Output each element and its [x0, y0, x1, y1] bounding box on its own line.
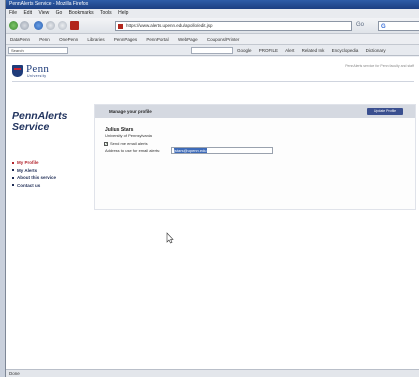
sidebar-item-about[interactable]: About this service: [12, 174, 56, 182]
app-name: PennAlerts Service: [12, 111, 67, 133]
go-button[interactable]: Go: [356, 22, 364, 28]
profile-panel: Manage your profile Update Profile Juliu…: [94, 104, 416, 210]
google-icon: G: [381, 24, 386, 30]
bullet-icon: [12, 169, 14, 172]
search-input[interactable]: G: [378, 21, 419, 31]
penn-logo[interactable]: Penn University: [12, 63, 54, 79]
address-row: Address to use for email alerts: jstars@…: [105, 147, 273, 154]
toolbar-links: Google PROFILE Alert Related Ink Encyclo…: [237, 45, 392, 56]
email-alerts-option: ✓ Send me email alerts: [104, 141, 148, 147]
site-tagline: PennAlerts service for Penn faculty and …: [345, 64, 414, 68]
app-name-line2: Service: [12, 121, 50, 133]
menu-view[interactable]: View: [38, 10, 49, 16]
bookmark-item[interactable]: Coupons/Printer: [207, 37, 240, 42]
bookmark-item[interactable]: OnePenn: [59, 37, 78, 42]
menu-go[interactable]: Go: [56, 10, 63, 16]
sidebar-item-my-alerts[interactable]: My Alerts: [12, 167, 56, 175]
window-title: PennAlerts Service - Mozilla Firefox: [6, 0, 419, 9]
menu-help[interactable]: Help: [118, 10, 128, 16]
penn-shield-icon: [12, 65, 23, 77]
bookmark-item[interactable]: PennPages: [114, 37, 137, 42]
menu-edit[interactable]: Edit: [23, 10, 32, 16]
search-toolbar: Search Google PROFILE Alert Related Ink …: [6, 45, 419, 56]
toolbar-link[interactable]: Alert: [285, 48, 294, 53]
bullet-icon: [12, 176, 14, 179]
stop-icon[interactable]: [46, 21, 55, 30]
update-profile-button[interactable]: Update Profile: [367, 108, 403, 115]
panel-header: Manage your profile Update Profile: [95, 105, 415, 118]
menu-file[interactable]: File: [9, 10, 17, 16]
toolbar-link[interactable]: Related Ink: [302, 48, 325, 53]
bookmarks-toolbar: DataPenn Penn OnePenn Libraries PennPage…: [6, 34, 419, 45]
checkbox-label: Send me email alerts: [110, 141, 148, 146]
header-divider: [12, 81, 414, 82]
bookmark-item[interactable]: PennPortal: [146, 37, 168, 42]
bookmark-item[interactable]: WebPage: [178, 37, 198, 42]
sidebar-item-contact[interactable]: Contact us: [12, 182, 56, 190]
sidebar-nav: My Profile My Alerts About this service …: [12, 159, 56, 189]
menu-tools[interactable]: Tools: [100, 10, 112, 16]
bookmark-item[interactable]: DataPenn: [10, 37, 30, 42]
sidebar-item-label: My Alerts: [17, 167, 38, 173]
menu-bookmarks[interactable]: Bookmarks: [69, 10, 94, 16]
sidebar-item-my-profile[interactable]: My Profile: [12, 159, 56, 167]
reload-icon[interactable]: [34, 21, 43, 30]
user-organization: University of Pennsylvania: [105, 133, 152, 138]
bookmark-item[interactable]: Penn: [39, 37, 50, 42]
status-bar: Done: [6, 369, 419, 377]
bullet-icon: [12, 184, 14, 187]
toolbar-search-field[interactable]: Search: [8, 47, 68, 54]
bullet-icon: [12, 161, 14, 164]
email-address-value: jstars@upenn.edu: [174, 148, 207, 153]
menu-bar: File Edit View Go Bookmarks Tools Help: [6, 9, 419, 18]
sidebar-item-label: About this service: [17, 175, 57, 180]
back-icon[interactable]: [9, 21, 18, 30]
bookmark-star-icon[interactable]: [70, 21, 79, 30]
panel-title: Manage your profile: [109, 109, 152, 114]
email-address-field[interactable]: jstars@upenn.edu: [171, 147, 273, 154]
toolbar-link[interactable]: Google: [237, 48, 252, 53]
sidebar-item-label: Contact us: [17, 182, 41, 188]
mouse-cursor-icon: [166, 232, 174, 244]
sidebar-item-label: My Profile: [17, 160, 39, 165]
toolbar-link[interactable]: Dictionary: [366, 48, 386, 53]
navigation-toolbar: https://www.alerts.upenn.edu/apollo/edit…: [6, 18, 419, 34]
desktop-background: PennAlerts Service - Mozilla Firefox Fil…: [0, 0, 419, 377]
bookmark-item[interactable]: Libraries: [87, 37, 104, 42]
toolbar-dropdown[interactable]: [191, 47, 233, 54]
site-favicon-icon: [118, 24, 123, 29]
browser-window: PennAlerts Service - Mozilla Firefox Fil…: [5, 0, 419, 377]
toolbar-link[interactable]: Encyclopedia: [332, 48, 359, 53]
url-bar[interactable]: https://www.alerts.upenn.edu/apollo/edit…: [115, 21, 352, 31]
sidebar: PennAlerts Service My Profile My Alerts …: [6, 95, 92, 245]
address-label: Address to use for email alerts:: [105, 148, 161, 153]
url-text: https://www.alerts.upenn.edu/apollo/edit…: [126, 23, 213, 28]
logo-subtitle: University: [27, 74, 47, 78]
toolbar-link[interactable]: PROFILE: [259, 48, 278, 53]
page-content: Penn University PennAlerts service for P…: [6, 57, 419, 369]
home-icon[interactable]: [58, 21, 67, 30]
email-alerts-checkbox[interactable]: ✓: [104, 141, 108, 146]
forward-icon[interactable]: [20, 21, 29, 30]
